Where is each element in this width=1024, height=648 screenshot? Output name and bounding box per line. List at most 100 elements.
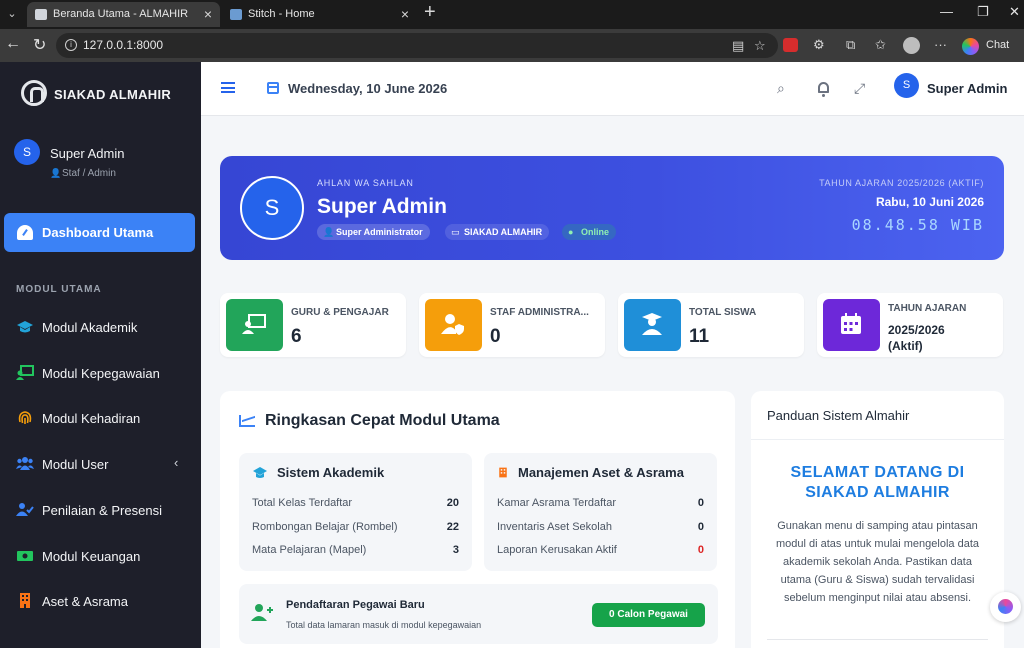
summary-row: Kamar Asrama Terdaftar 0: [497, 497, 704, 513]
academic-year-label: TAHUN AJARAN 2025/2026 (AKTIF): [819, 178, 984, 188]
stat-card-guru[interactable]: GURU & PENGAJAR 6: [220, 293, 406, 357]
brand-name: SIAKAD ALMAHIR: [54, 87, 172, 102]
hamburger-menu-icon[interactable]: [221, 82, 235, 93]
fullscreen-icon[interactable]: ⤢: [854, 80, 865, 97]
candidate-count-button[interactable]: 0 Calon Pegawai: [592, 603, 705, 627]
stat-card-tahun-ajaran[interactable]: TAHUN AJARAN 2025/2026 (Aktif): [817, 293, 1003, 357]
registration-subtitle: Total data lamaran masuk di modul kepega…: [286, 620, 482, 630]
stat-label: TOTAL SISWA: [689, 307, 757, 318]
minimize-icon[interactable]: —: [940, 4, 953, 19]
summary-row-label: Total Kelas Terdaftar: [252, 497, 353, 509]
notification-bell-icon[interactable]: [818, 82, 829, 97]
extension-red-icon[interactable]: [783, 38, 798, 52]
site-info-icon[interactable]: i: [65, 39, 77, 51]
browser-tab-stitch[interactable]: Stitch - Home ×: [222, 2, 417, 27]
favorite-star-icon[interactable]: ☆: [754, 38, 766, 54]
user-shield-icon: 👤: [323, 227, 335, 237]
sidebar-item-label: Dashboard Utama: [42, 225, 154, 240]
sidebar-item-label: Modul Kehadiran: [42, 411, 141, 426]
laptop-icon: ▭: [451, 227, 460, 237]
sidebar-item-label: Aset & Asrama: [42, 594, 128, 609]
sidebar-item-user[interactable]: Modul User ‹: [0, 449, 201, 479]
copilot-logo-icon: [962, 38, 979, 55]
guide-divider: [767, 639, 988, 640]
registration-card: Pendaftaran Pegawai Baru Total data lama…: [239, 584, 718, 644]
guide-title: Panduan Sistem Almahir: [767, 408, 910, 423]
browser-tab-active[interactable]: Beranda Utama - ALMAHIR ×: [27, 2, 220, 27]
maximize-icon[interactable]: ❐: [977, 4, 989, 20]
sidebar-item-keuangan[interactable]: Modul Keuangan: [0, 541, 201, 571]
summary-row-value: 0: [697, 521, 704, 533]
header-date: Wednesday, 10 June 2026: [288, 81, 448, 96]
check-circle-icon: ●: [568, 227, 574, 237]
tab-search-chevron-icon[interactable]: ⌄: [3, 5, 21, 23]
aset-summary-card: Manajemen Aset & Asrama Kamar Asrama Ter…: [484, 453, 717, 571]
split-screen-icon[interactable]: ⧉: [846, 37, 855, 53]
registration-title: Pendaftaran Pegawai Baru: [286, 599, 425, 611]
new-tab-icon[interactable]: +: [424, 1, 436, 24]
close-tab-icon[interactable]: ×: [401, 2, 409, 27]
sidebar-item-aset[interactable]: Aset & Asrama: [0, 586, 201, 616]
chevron-left-icon[interactable]: ‹: [174, 455, 178, 470]
browser-toolbar: ← ↻ i 127.0.0.1:8000 ▤ ☆ ⚙ ⧉ ✩ ··· Chat: [0, 29, 1024, 62]
stat-label: GURU & PENGAJAR: [291, 307, 389, 318]
profile-avatar-icon[interactable]: [903, 37, 920, 54]
summary-row: Total Kelas Terdaftar 20: [252, 497, 459, 513]
user-plus-icon: [251, 604, 273, 621]
system-badge: ▭ SIAKAD ALMAHIR: [445, 224, 550, 240]
sidebar-item-penilaian[interactable]: Penilaian & Presensi: [0, 495, 201, 525]
fingerprint-icon: [18, 411, 32, 424]
almahir-favicon-icon: [35, 9, 47, 20]
sidebar-user-name: Super Admin: [50, 146, 125, 161]
collections-star-icon[interactable]: ✩: [875, 37, 886, 53]
sidebar-item-label: Modul Kepegawaian: [42, 366, 160, 381]
chalkboard-teacher-icon: [242, 314, 266, 334]
extensions-icon[interactable]: ⚙: [813, 37, 825, 53]
stat-card-siswa[interactable]: TOTAL SISWA 11: [618, 293, 804, 357]
guide-welcome: SELAMAT DATANG DI SIAKAD ALMAHIR: [790, 464, 965, 501]
summary-row-label: Laporan Kerusakan Aktif: [497, 544, 617, 556]
stat-card-staf[interactable]: STAF ADMINISTRA... 0: [419, 293, 605, 357]
summary-row: Rombongan Belajar (Rombel) 22: [252, 521, 459, 537]
floating-assistant-button[interactable]: [990, 592, 1021, 622]
back-icon[interactable]: ←: [5, 35, 21, 53]
user-shield-icon: [441, 314, 464, 335]
summary-row-value: 0: [697, 497, 704, 509]
summary-row-label: Kamar Asrama Terdaftar: [497, 497, 617, 509]
stat-value: 6: [291, 326, 302, 347]
summary-title: Ringkasan Cepat Modul Utama: [265, 412, 500, 429]
sidebar-item-dashboard[interactable]: Dashboard Utama: [4, 213, 195, 252]
summary-row-label: Mata Pelajaran (Mapel): [252, 544, 367, 556]
stat-value: 11: [689, 326, 710, 347]
assistant-logo-icon: [998, 599, 1013, 614]
stat-value: 2025/2026 (Aktif): [888, 323, 945, 353]
close-tab-icon[interactable]: ×: [204, 2, 212, 27]
reload-icon[interactable]: ↻: [33, 35, 46, 55]
aset-summary-title: Manajemen Aset & Asrama: [518, 465, 684, 480]
sidebar-item-akademik[interactable]: Modul Akademik: [0, 312, 201, 342]
guide-body: Gunakan menu di samping atau pintasan mo…: [775, 520, 979, 604]
reader-mode-icon[interactable]: ▤: [732, 38, 744, 54]
summary-row: Mata Pelajaran (Mapel) 3: [252, 544, 459, 560]
calendar-icon: [267, 82, 279, 94]
address-bar[interactable]: i 127.0.0.1:8000 ▤ ☆: [56, 33, 778, 58]
more-options-icon[interactable]: ···: [934, 37, 947, 52]
live-clock: 08.48.58 WIB: [851, 216, 984, 234]
sidebar-avatar: S: [14, 139, 40, 165]
sidebar: SIAKAD ALMAHIR S Super Admin 👤Staf / Adm…: [0, 62, 201, 648]
header-avatar[interactable]: S: [894, 73, 919, 98]
stat-icon-box: [624, 299, 681, 351]
graduation-cap-icon: [17, 321, 33, 333]
summary-row: Inventaris Aset Sekolah 0: [497, 521, 704, 537]
hero-greeting: AHLAN WA SAHLAN: [317, 178, 414, 188]
search-icon[interactable]: ⌕: [777, 80, 785, 97]
close-window-icon[interactable]: ✕: [1009, 4, 1020, 20]
user-graduate-icon: [642, 313, 662, 335]
header-user-name[interactable]: Super Admin: [927, 81, 1007, 96]
stat-icon-box: [823, 299, 880, 351]
tab-title: Beranda Utama - ALMAHIR: [53, 8, 189, 20]
hero-local-date: Rabu, 10 Juni 2026: [875, 195, 984, 209]
sidebar-item-kehadiran[interactable]: Modul Kehadiran: [0, 403, 201, 433]
url-text[interactable]: 127.0.0.1:8000: [83, 38, 163, 52]
sidebar-item-kepegawaian[interactable]: Modul Kepegawaian: [0, 358, 201, 388]
